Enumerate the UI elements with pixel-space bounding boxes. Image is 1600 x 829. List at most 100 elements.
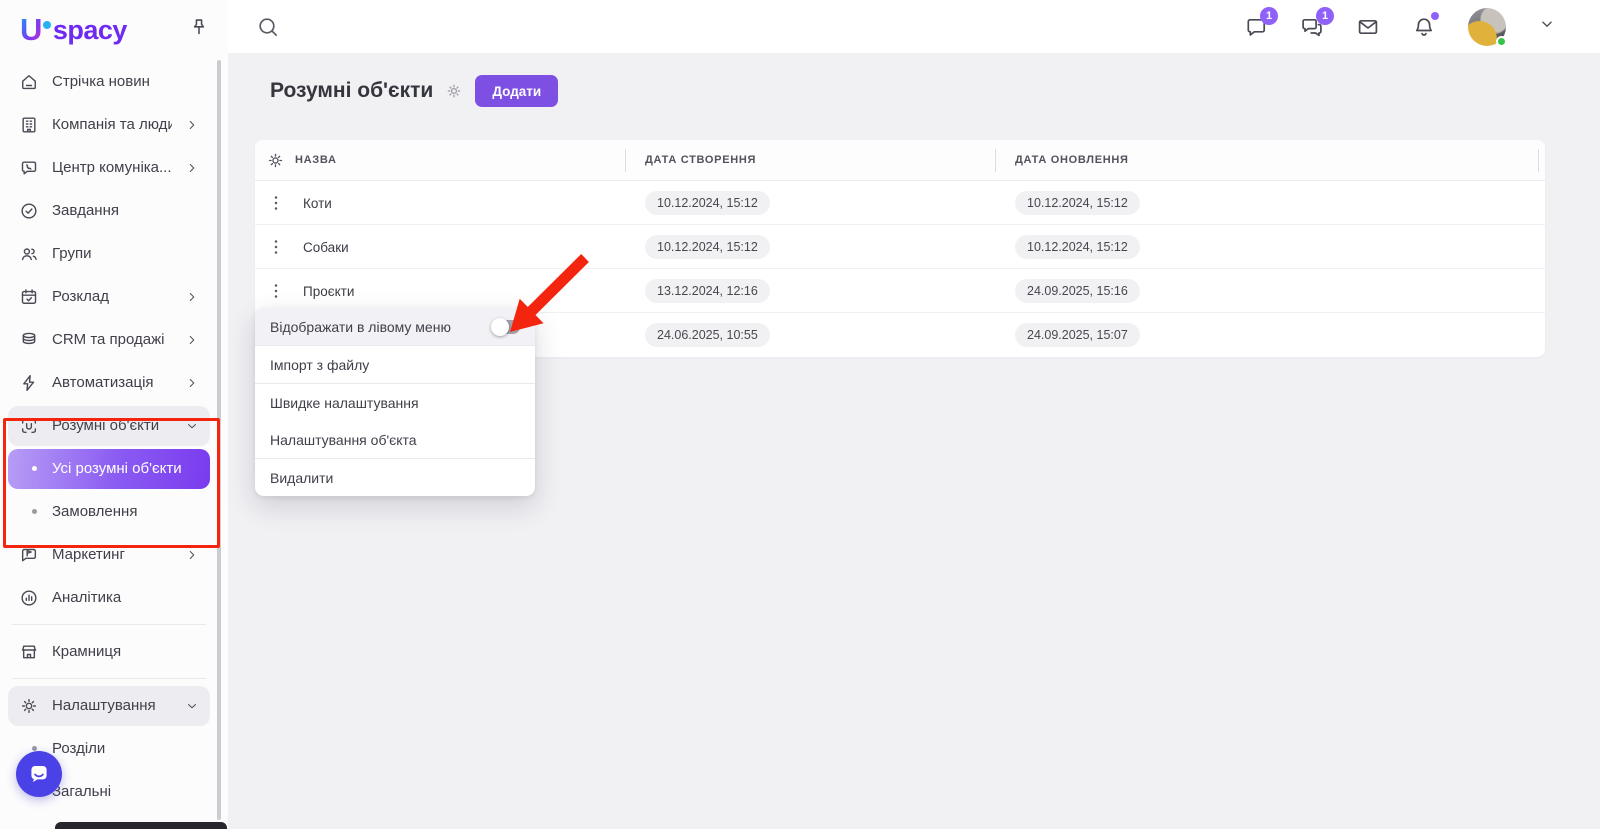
chevron-right-icon [185, 333, 199, 347]
sidebar-item-label: Маркетинг [52, 546, 172, 563]
sidebar-item-label: Налаштування [52, 697, 172, 714]
analytics-icon [19, 588, 39, 608]
support-chat-bubble-icon [26, 761, 52, 787]
smart-objects-icon [19, 416, 39, 436]
menu-item-label: Налаштування об'єкта [270, 432, 417, 448]
chevron-right-icon [185, 548, 199, 562]
sidebar-item-settings[interactable]: Налаштування [8, 686, 210, 726]
sidebar-item-label: Завдання [52, 202, 199, 219]
sidebar-item-tasks[interactable]: Завдання [8, 191, 210, 231]
sidebar-item-communication[interactable]: Центр комуніка... [8, 148, 210, 188]
logo-text: spacy [53, 15, 127, 46]
chevron-right-icon [185, 161, 199, 175]
bullet-icon [32, 509, 37, 514]
sidebar-item-label: Автоматизація [52, 374, 172, 391]
sidebar-item-analytics[interactable]: Аналітика [8, 578, 210, 618]
row-updated-date: 10.12.2024, 15:12 [1015, 235, 1140, 259]
messenger-badge: 1 [1260, 7, 1278, 25]
row-actions-kebab-icon[interactable] [266, 280, 286, 302]
bell-icon[interactable] [1412, 15, 1436, 39]
tasks-icon [19, 201, 39, 221]
sidebar-item-label: CRM та продажі [52, 331, 172, 348]
table-row[interactable]: Собаки 10.12.2024, 15:12 10.12.2024, 15:… [255, 225, 1545, 269]
sidebar-nav: Стрічка новин Компанія та люди Центр ком… [0, 60, 218, 813]
column-divider[interactable] [995, 149, 996, 172]
row-name[interactable]: Проєкти [303, 269, 354, 313]
sidebar: Uspacy Стрічка новин Компанія та люди Це… [0, 0, 228, 829]
column-header-updated[interactable]: ДАТА ОНОВЛЕННЯ [1015, 154, 1129, 166]
menu-item-show-in-left-menu[interactable]: Відображати в лівому меню [255, 308, 535, 345]
row-created-date: 10.12.2024, 15:12 [645, 235, 770, 259]
row-actions-kebab-icon[interactable] [266, 192, 286, 214]
sidebar-item-label: Аналітика [52, 589, 199, 606]
chevron-right-icon [185, 376, 199, 390]
topbar-actions: 1 1 [1244, 0, 1556, 53]
sidebar-item-groups[interactable]: Групи [8, 234, 210, 274]
sidebar-item-label: Розклад [52, 288, 172, 305]
sidebar-item-feed[interactable]: Стрічка новин [8, 62, 210, 102]
menu-item-delete[interactable]: Видалити [255, 459, 535, 496]
page-header: Розумні об'єкти Додати [270, 75, 558, 107]
menu-item-quick-setup[interactable]: Швидке налаштування [255, 384, 535, 421]
sidebar-item-automation[interactable]: Автоматизація [8, 363, 210, 403]
bullet-icon [32, 466, 37, 471]
sidebar-item-shop[interactable]: Крамниця [8, 632, 210, 672]
sidebar-divider [12, 678, 206, 679]
sidebar-item-label: Розділи [52, 740, 199, 757]
sidebar-item-company[interactable]: Компанія та люди [8, 105, 210, 145]
logo-letter-u: U [20, 12, 42, 48]
sidebar-item-marketing[interactable]: Маркетинг [8, 535, 210, 575]
chevron-down-icon [185, 419, 199, 433]
row-updated-date: 24.09.2025, 15:07 [1015, 323, 1140, 347]
home-icon [19, 72, 39, 92]
menu-item-label: Відображати в лівому меню [270, 319, 451, 335]
mail-icon[interactable] [1356, 15, 1380, 39]
menu-item-import-from-file[interactable]: Імпорт з файлу [255, 346, 535, 383]
sidebar-item-crm[interactable]: CRM та продажі [8, 320, 210, 360]
team-chats-icon[interactable]: 1 [1300, 15, 1324, 39]
sidebar-subitem-all-smart-objects[interactable]: Усі розумні об'єкти [8, 449, 210, 489]
marketing-icon [19, 545, 39, 565]
messenger-icon[interactable]: 1 [1244, 15, 1268, 39]
search-icon[interactable] [256, 15, 280, 39]
shop-icon [19, 642, 39, 662]
profile-chevron-down-icon[interactable] [1538, 15, 1556, 39]
sidebar-item-schedule[interactable]: Розклад [8, 277, 210, 317]
show-in-left-menu-toggle[interactable] [493, 320, 520, 334]
sidebar-item-label: Загальні [52, 783, 199, 800]
uspacy-logo[interactable]: Uspacy [20, 12, 127, 48]
menu-item-label: Швидке налаштування [270, 395, 419, 411]
sidebar-item-smart-objects[interactable]: Розумні об'єкти [8, 406, 210, 446]
add-button[interactable]: Додати [475, 75, 558, 107]
avatar[interactable] [1468, 8, 1506, 46]
sidebar-item-label: Групи [52, 245, 199, 262]
notification-dot [1431, 12, 1439, 20]
column-header-name[interactable]: НАЗВА [295, 154, 337, 166]
row-created-date: 13.12.2024, 12:16 [645, 279, 770, 303]
column-divider[interactable] [1538, 149, 1539, 172]
column-divider[interactable] [625, 149, 626, 172]
sidebar-subitem-orders[interactable]: Замовлення [8, 492, 210, 532]
row-created-date: 10.12.2024, 15:12 [645, 191, 770, 215]
row-name[interactable]: Коти [303, 181, 332, 225]
support-chat-launcher[interactable] [16, 751, 62, 797]
sidebar-item-label: Усі розумні об'єкти [52, 460, 199, 477]
column-settings-gear-icon[interactable] [266, 151, 285, 170]
sidebar-scrollbar[interactable] [217, 60, 221, 820]
menu-item-object-settings[interactable]: Налаштування об'єкта [255, 421, 535, 458]
automation-icon [19, 373, 39, 393]
row-updated-date: 24.09.2025, 15:16 [1015, 279, 1140, 303]
row-updated-date: 10.12.2024, 15:12 [1015, 191, 1140, 215]
sidebar-item-label: Центр комуніка... [52, 159, 172, 176]
table-row[interactable]: Проєкти 13.12.2024, 12:16 24.09.2025, 15… [255, 269, 1545, 313]
column-header-created[interactable]: ДАТА СТВОРЕННЯ [645, 154, 756, 166]
menu-item-label: Видалити [270, 470, 333, 486]
page-settings-gear-icon[interactable] [445, 82, 463, 100]
chevron-down-icon [185, 699, 199, 713]
row-actions-kebab-icon[interactable] [266, 236, 286, 258]
groups-icon [19, 244, 39, 264]
team-chats-badge: 1 [1316, 7, 1334, 25]
row-name[interactable]: Собаки [303, 225, 349, 269]
pin-sidebar-icon[interactable] [188, 16, 212, 40]
table-row[interactable]: Коти 10.12.2024, 15:12 10.12.2024, 15:12 [255, 181, 1545, 225]
